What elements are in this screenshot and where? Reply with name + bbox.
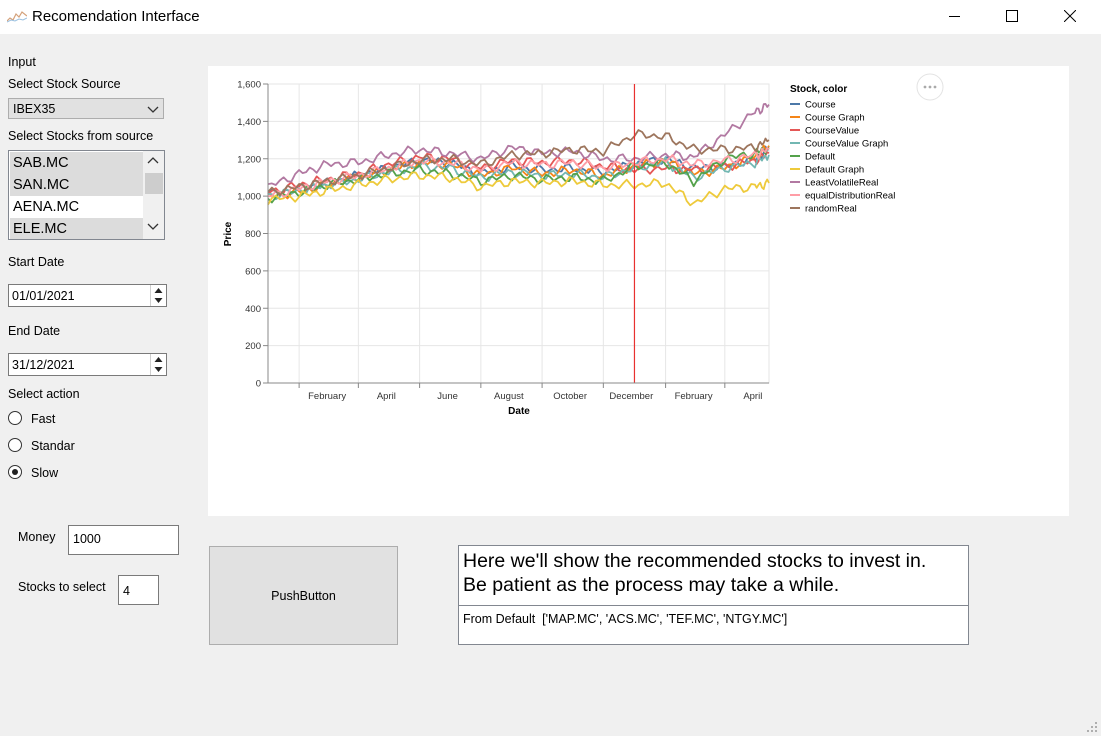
y-tick-label: 600 xyxy=(245,266,261,277)
x-tick-label: February xyxy=(308,391,346,402)
end-date-stepper[interactable] xyxy=(150,354,166,375)
x-tick-label: February xyxy=(675,391,713,402)
legend-label: CourseValue Graph xyxy=(805,139,888,150)
scrollbar[interactable] xyxy=(143,151,164,239)
caret-down-icon[interactable] xyxy=(154,366,163,373)
end-date-field[interactable]: 31/12/2021 xyxy=(8,353,167,376)
scroll-down-icon[interactable] xyxy=(147,223,159,231)
stocks-list[interactable]: SAB.MC SAN.MC AENA.MC ELE.MC xyxy=(8,150,165,240)
y-tick-label: 1,200 xyxy=(237,154,261,165)
radio-fast[interactable] xyxy=(8,411,22,425)
start-date-stepper[interactable] xyxy=(150,285,166,306)
info-message-line1: Here we'll show the recommended stocks t… xyxy=(463,550,927,572)
legend-title: Stock, color xyxy=(790,84,847,95)
radio-slow[interactable] xyxy=(8,465,22,479)
start-date-label: Start Date xyxy=(8,255,65,269)
divider xyxy=(459,605,968,606)
x-tick-label: June xyxy=(437,391,458,402)
resize-grip-icon[interactable] xyxy=(1086,721,1098,733)
radio-fast-label[interactable]: Fast xyxy=(31,412,55,426)
minimize-button[interactable] xyxy=(932,0,978,32)
maximize-icon xyxy=(1006,10,1018,22)
price-chart: 0 200 400 600 800 1,000 1,200 1,400 1,600 Februar… xyxy=(223,73,944,417)
chart-legend: Course Course Graph CourseValue CourseValue… xyxy=(790,100,895,215)
stock-source-select[interactable]: IBEX35 xyxy=(8,98,164,119)
info-message: Here we'll show the recommended stocks t… xyxy=(463,549,926,597)
x-axis-title: Date xyxy=(508,406,530,417)
x-tick-label: October xyxy=(553,391,587,402)
legend-label: Default xyxy=(805,152,835,163)
y-tick-label: 200 xyxy=(245,341,261,352)
close-icon xyxy=(1064,10,1076,22)
list-item[interactable]: AENA.MC xyxy=(10,196,144,218)
stock-source-value: IBEX35 xyxy=(13,102,56,116)
maximize-button[interactable] xyxy=(989,0,1035,32)
list-item[interactable]: SAB.MC xyxy=(10,152,144,174)
minimize-icon xyxy=(949,16,960,17)
legend-label: equalDistributionReal xyxy=(805,191,895,202)
y-axis-title: Price xyxy=(223,221,234,246)
x-tick-label: April xyxy=(743,391,762,402)
app-chart-icon xyxy=(7,11,27,23)
start-date-field[interactable]: 01/01/2021 xyxy=(8,284,167,307)
chevron-down-icon xyxy=(147,106,159,113)
info-message-line2: Be patient as the process may take a whi… xyxy=(463,574,840,596)
y-tick-label: 0 xyxy=(256,379,261,390)
stocks-label: Select Stocks from source xyxy=(8,129,154,143)
stocks-count-label: Stocks to select xyxy=(18,580,106,594)
chart-grid xyxy=(267,83,770,384)
legend-label: LeastVolatileReal xyxy=(805,178,878,189)
legend-label: CourseValue xyxy=(805,126,859,137)
caret-up-icon[interactable] xyxy=(154,356,163,363)
stocks-count-input[interactable]: 4 xyxy=(118,575,159,605)
y-tick-label: 800 xyxy=(245,229,261,240)
radio-standar[interactable] xyxy=(8,438,22,452)
list-item[interactable]: SAN.MC xyxy=(10,174,144,196)
y-tick-label: 1,000 xyxy=(237,192,261,203)
scrollbar-thumb[interactable] xyxy=(145,173,163,194)
money-label: Money xyxy=(18,530,56,544)
chart-axes: 0 200 400 600 800 1,000 1,200 1,400 1,600 Februar… xyxy=(237,80,769,402)
start-date-value: 01/01/2021 xyxy=(12,289,75,303)
radio-slow-label[interactable]: Slow xyxy=(31,466,58,480)
x-tick-label: August xyxy=(494,391,524,402)
end-date-value: 31/12/2021 xyxy=(12,358,75,372)
action-label: Select action xyxy=(8,387,80,401)
y-tick-label: 400 xyxy=(245,304,261,315)
input-section-label: Input xyxy=(8,55,36,69)
caret-up-icon[interactable] xyxy=(154,287,163,294)
chart-actions-button[interactable] xyxy=(916,73,944,101)
radio-checked-dot xyxy=(12,469,18,475)
legend-label: randomReal xyxy=(805,204,857,215)
x-tick-label: April xyxy=(377,391,396,402)
end-date-label: End Date xyxy=(8,324,61,338)
y-tick-label: 1,600 xyxy=(237,80,261,91)
legend-label: Course Graph xyxy=(805,113,865,124)
push-button[interactable]: PushButton xyxy=(209,546,398,645)
chart-panel: 0 200 400 600 800 1,000 1,200 1,400 1,600 Februar… xyxy=(208,66,1069,516)
output-panel: Here we'll show the recommended stocks t… xyxy=(458,545,969,645)
list-item[interactable]: ELE.MC xyxy=(10,218,144,239)
money-input[interactable]: 1000 xyxy=(68,525,179,555)
result-text: From Default ['MAP.MC', 'ACS.MC', 'TEF.M… xyxy=(463,612,788,626)
scroll-up-icon[interactable] xyxy=(147,156,159,164)
legend-label: Course xyxy=(805,100,836,111)
legend-label: Default Graph xyxy=(805,165,864,176)
caret-down-icon[interactable] xyxy=(154,297,163,304)
close-button[interactable] xyxy=(1047,0,1093,32)
source-label: Select Stock Source xyxy=(8,77,121,91)
x-tick-label: December xyxy=(609,391,653,402)
y-tick-label: 1,400 xyxy=(237,117,261,128)
radio-standar-label[interactable]: Standar xyxy=(31,439,75,453)
window-title: Recomendation Interface xyxy=(32,8,200,25)
